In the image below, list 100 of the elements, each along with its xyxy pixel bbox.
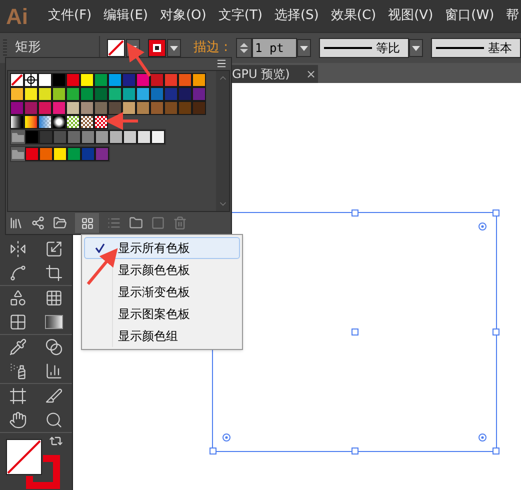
crop-icon[interactable]: [45, 264, 63, 282]
color-swatch[interactable]: [80, 101, 94, 115]
gradient-icon[interactable]: [45, 315, 63, 330]
color-swatch[interactable]: [38, 73, 52, 87]
grid-icon[interactable]: [45, 289, 63, 308]
color-swatch[interactable]: [66, 87, 80, 101]
color-swatch[interactable]: [178, 87, 192, 101]
corner-widget-icon[interactable]: [478, 433, 487, 442]
menu-option[interactable]: 显示颜色组: [84, 325, 240, 347]
pattern-swatch[interactable]: [80, 115, 94, 129]
color-swatch[interactable]: [94, 87, 108, 101]
color-swatch[interactable]: [67, 130, 81, 144]
menu-item[interactable]: 帮: [506, 6, 520, 26]
scale-icon[interactable]: [45, 240, 63, 258]
color-swatch[interactable]: [67, 147, 81, 161]
color-swatch[interactable]: [108, 87, 122, 101]
fill-swatch[interactable]: [107, 39, 126, 57]
selection-handle[interactable]: [492, 328, 500, 336]
color-swatch[interactable]: [10, 101, 24, 115]
menu-item[interactable]: 对象(O): [160, 6, 206, 26]
selection-handle[interactable]: [351, 210, 358, 216]
color-swatch[interactable]: [39, 130, 53, 144]
folder-icon[interactable]: [53, 216, 67, 230]
color-swatch[interactable]: [164, 73, 178, 87]
color-swatch[interactable]: [178, 101, 192, 115]
color-swatch[interactable]: [81, 130, 95, 144]
color-swatch[interactable]: [52, 87, 66, 101]
color-swatch[interactable]: [53, 130, 67, 144]
mesh-icon[interactable]: [9, 313, 27, 332]
color-swatch[interactable]: [10, 87, 24, 101]
spray-can-icon[interactable]: [9, 362, 27, 380]
color-swatch[interactable]: [109, 130, 123, 144]
color-swatch[interactable]: [24, 87, 38, 101]
color-swatch[interactable]: [95, 130, 109, 144]
curve-icon[interactable]: [9, 264, 27, 282]
reflect-icon[interactable]: [9, 240, 27, 258]
menu-option[interactable]: 显示所有色板: [84, 237, 240, 259]
corner-widget-icon[interactable]: [478, 222, 487, 231]
zoom-icon[interactable]: [45, 411, 63, 430]
swap-icon[interactable]: [49, 434, 63, 448]
selection-handle[interactable]: [210, 448, 216, 454]
menu-option[interactable]: 显示颜色色板: [84, 259, 240, 281]
color-swatch[interactable]: [95, 147, 109, 161]
color-swatch[interactable]: [39, 147, 53, 161]
library-icon[interactable]: [9, 216, 23, 230]
profile-dropdown-button[interactable]: [409, 39, 423, 57]
stroke-color-swatch[interactable]: [26, 455, 60, 489]
blend-icon[interactable]: [45, 338, 63, 356]
color-swatch[interactable]: [150, 73, 164, 87]
color-swatch[interactable]: [80, 87, 94, 101]
knife-icon[interactable]: [45, 387, 63, 406]
color-swatch[interactable]: [178, 73, 192, 87]
color-swatch[interactable]: [123, 130, 137, 144]
color-swatch[interactable]: [38, 101, 52, 115]
brush-dropdown[interactable]: 基本: [431, 38, 521, 58]
color-swatch[interactable]: [108, 101, 122, 115]
weight-dropdown-button[interactable]: [297, 39, 311, 57]
stepper-icon[interactable]: [236, 38, 252, 58]
gradient-swatch[interactable]: [24, 115, 38, 129]
stroke-dropdown-button[interactable]: [167, 39, 182, 57]
radial-gradient-swatch[interactable]: [52, 115, 66, 129]
selection-handle[interactable]: [492, 210, 500, 216]
color-swatch[interactable]: [137, 130, 151, 144]
color-swatch[interactable]: [122, 87, 136, 101]
color-swatch[interactable]: [94, 73, 108, 87]
color-swatch[interactable]: [150, 87, 164, 101]
registration-swatch[interactable]: [24, 73, 38, 87]
color-swatch[interactable]: [66, 101, 80, 115]
gradient-swatch[interactable]: [10, 115, 24, 129]
color-swatch[interactable]: [136, 87, 150, 101]
color-swatch[interactable]: [150, 101, 164, 115]
color-swatch[interactable]: [52, 73, 66, 87]
color-swatch[interactable]: [66, 73, 80, 87]
color-swatch[interactable]: [192, 73, 206, 87]
color-swatch[interactable]: [24, 101, 38, 115]
menu-item[interactable]: 效果(C): [330, 6, 376, 26]
stroke-weight-field[interactable]: 1 pt: [252, 38, 297, 58]
pattern-swatch[interactable]: [94, 115, 108, 129]
color-swatch[interactable]: [25, 147, 39, 161]
menu-item[interactable]: 编辑(E): [104, 6, 148, 26]
color-swatch[interactable]: [38, 87, 52, 101]
color-swatch[interactable]: [136, 101, 150, 115]
swatch-kind-button[interactable]: [75, 213, 99, 233]
color-swatch[interactable]: [192, 87, 206, 101]
color-swatch[interactable]: [164, 101, 178, 115]
color-swatch[interactable]: [108, 73, 122, 87]
color-swatch[interactable]: [192, 101, 206, 115]
document-tab[interactable]: GPU 预览) ×: [230, 65, 318, 83]
menu-item[interactable]: 窗口(W): [445, 6, 494, 26]
eyedropper-icon[interactable]: [9, 338, 27, 356]
artboard-icon[interactable]: [9, 387, 27, 406]
menu-option[interactable]: 显示渐变色板: [84, 281, 240, 303]
hand-icon[interactable]: [9, 411, 27, 430]
close-button[interactable]: ×: [306, 65, 316, 83]
color-swatch[interactable]: [136, 73, 150, 87]
menu-option[interactable]: 显示图案色板: [84, 303, 240, 325]
color-swatch[interactable]: [94, 101, 108, 115]
transparency-gradient-swatch[interactable]: [38, 115, 52, 129]
stroke-swatch[interactable]: [148, 39, 166, 57]
menu-item[interactable]: 文件(F): [48, 6, 92, 26]
